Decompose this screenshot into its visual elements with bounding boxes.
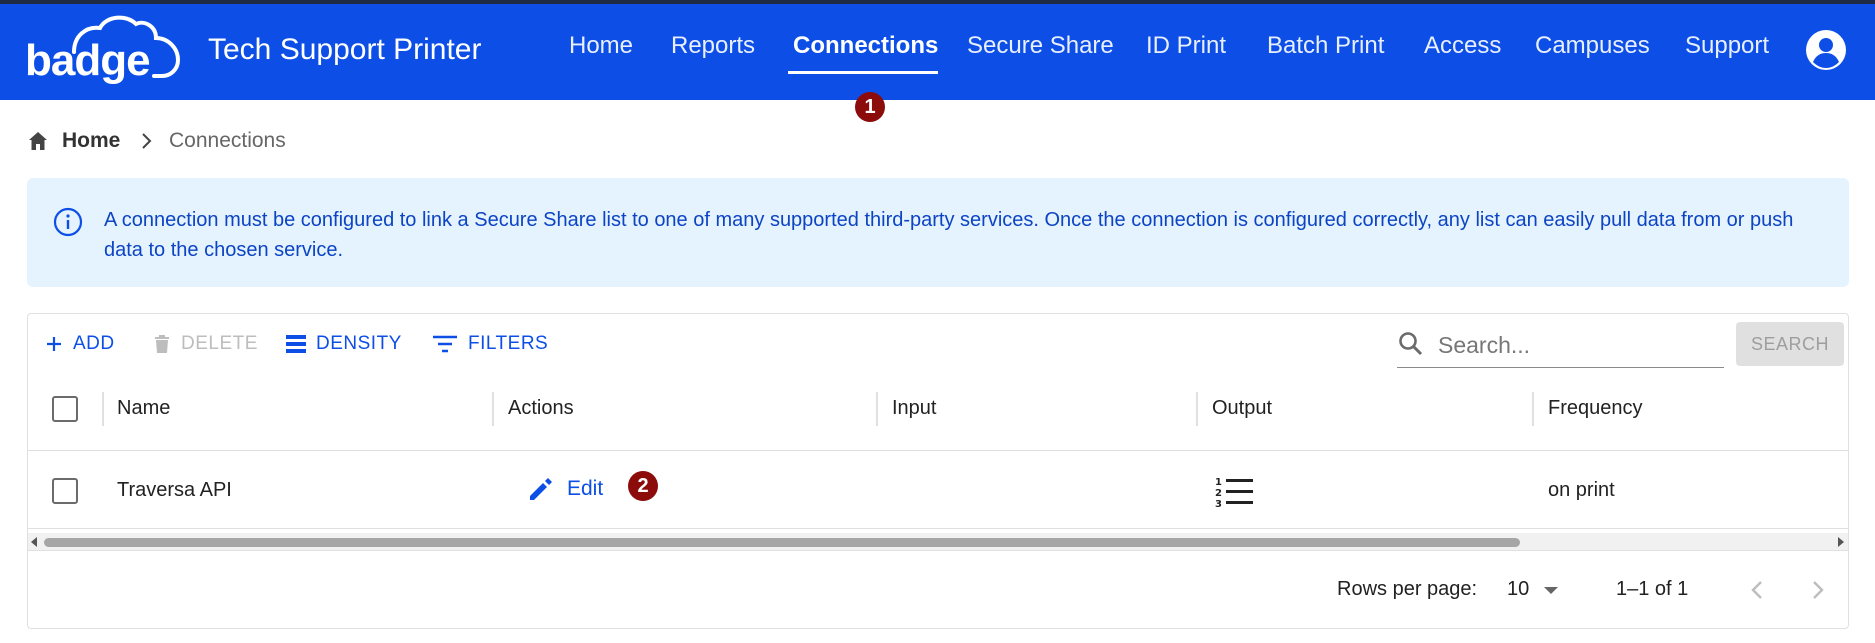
- column-header-input[interactable]: Input: [892, 397, 936, 420]
- nav-home[interactable]: Home: [569, 32, 633, 60]
- info-alert-text: A connection must be configured to link …: [104, 209, 1794, 261]
- add-button-label: ADD: [73, 333, 115, 354]
- column-separator[interactable]: [1196, 392, 1198, 426]
- add-button[interactable]: ADD: [45, 333, 115, 355]
- delete-button-label: DELETE: [181, 333, 258, 354]
- column-header-name[interactable]: Name: [117, 397, 170, 420]
- edit-button-label: Edit: [567, 477, 604, 500]
- scroll-left-arrow-icon[interactable]: [31, 537, 37, 547]
- numbered-list-icon: 1 2 3: [1215, 477, 1253, 510]
- svg-text:3: 3: [1215, 499, 1222, 510]
- home-icon: [29, 132, 47, 150]
- nav-access[interactable]: Access: [1424, 32, 1501, 60]
- nav-active-indicator: [788, 71, 938, 74]
- app-title: Tech Support Printer: [208, 33, 482, 66]
- rows-per-page-select[interactable]: 10: [1507, 578, 1529, 601]
- filter-icon: [433, 335, 457, 353]
- breadcrumb-current: Connections: [169, 129, 286, 152]
- chevron-right-icon: [142, 133, 152, 149]
- dropdown-arrow-icon[interactable]: [1544, 587, 1558, 594]
- svg-text:1: 1: [1215, 477, 1222, 488]
- nav-campuses[interactable]: Campuses: [1535, 32, 1650, 60]
- trash-icon: [155, 335, 169, 353]
- nav-support[interactable]: Support: [1685, 32, 1769, 60]
- column-separator[interactable]: [102, 392, 104, 426]
- column-separator[interactable]: [492, 392, 494, 426]
- nav-reports[interactable]: Reports: [671, 32, 755, 60]
- column-header-actions[interactable]: Actions: [508, 397, 574, 420]
- svg-text:2: 2: [1215, 488, 1222, 499]
- column-separator[interactable]: [876, 392, 878, 426]
- density-icon: [286, 335, 306, 353]
- search-button[interactable]: SEARCH: [1736, 322, 1844, 366]
- nav-connections[interactable]: Connections: [793, 32, 938, 60]
- next-page-icon[interactable]: [1805, 577, 1829, 603]
- cell-frequency: on print: [1548, 479, 1615, 501]
- annotation-marker-1: 1: [855, 92, 885, 122]
- density-button[interactable]: DENSITY: [286, 333, 402, 355]
- column-header-output[interactable]: Output: [1212, 397, 1272, 420]
- row-checkbox[interactable]: [52, 478, 78, 504]
- scrollbar-thumb[interactable]: [44, 538, 1520, 547]
- previous-page-icon[interactable]: [1746, 577, 1770, 603]
- info-icon: [53, 207, 83, 237]
- column-separator[interactable]: [1532, 392, 1534, 426]
- pagination-range: 1–1 of 1: [1616, 578, 1689, 600]
- delete-button[interactable]: DELETE: [153, 333, 258, 355]
- account-circle-icon[interactable]: [1805, 29, 1847, 71]
- edit-button[interactable]: Edit: [527, 475, 603, 503]
- density-button-label: DENSITY: [316, 333, 402, 354]
- select-all-checkbox[interactable]: [52, 396, 78, 422]
- nav-id-print[interactable]: ID Print: [1146, 32, 1226, 60]
- nav-secure-share[interactable]: Secure Share: [967, 32, 1114, 60]
- column-header-frequency[interactable]: Frequency: [1548, 397, 1643, 420]
- plus-icon: [47, 337, 61, 351]
- search-icon: [1399, 332, 1423, 356]
- cell-name: Traversa API: [117, 479, 232, 501]
- scroll-right-arrow-icon[interactable]: [1838, 537, 1844, 547]
- filters-button[interactable]: FILTERS: [432, 333, 548, 355]
- logo-text: badge: [25, 36, 151, 85]
- rows-per-page-label: Rows per page:: [1337, 578, 1478, 600]
- nav-batch-print[interactable]: Batch Print: [1267, 32, 1384, 60]
- badge-logo[interactable]: badge: [22, 10, 188, 88]
- filters-button-label: FILTERS: [468, 333, 549, 354]
- pencil-icon: [530, 478, 552, 500]
- search-input[interactable]: [1438, 328, 1718, 362]
- breadcrumb-home[interactable]: Home: [62, 129, 120, 153]
